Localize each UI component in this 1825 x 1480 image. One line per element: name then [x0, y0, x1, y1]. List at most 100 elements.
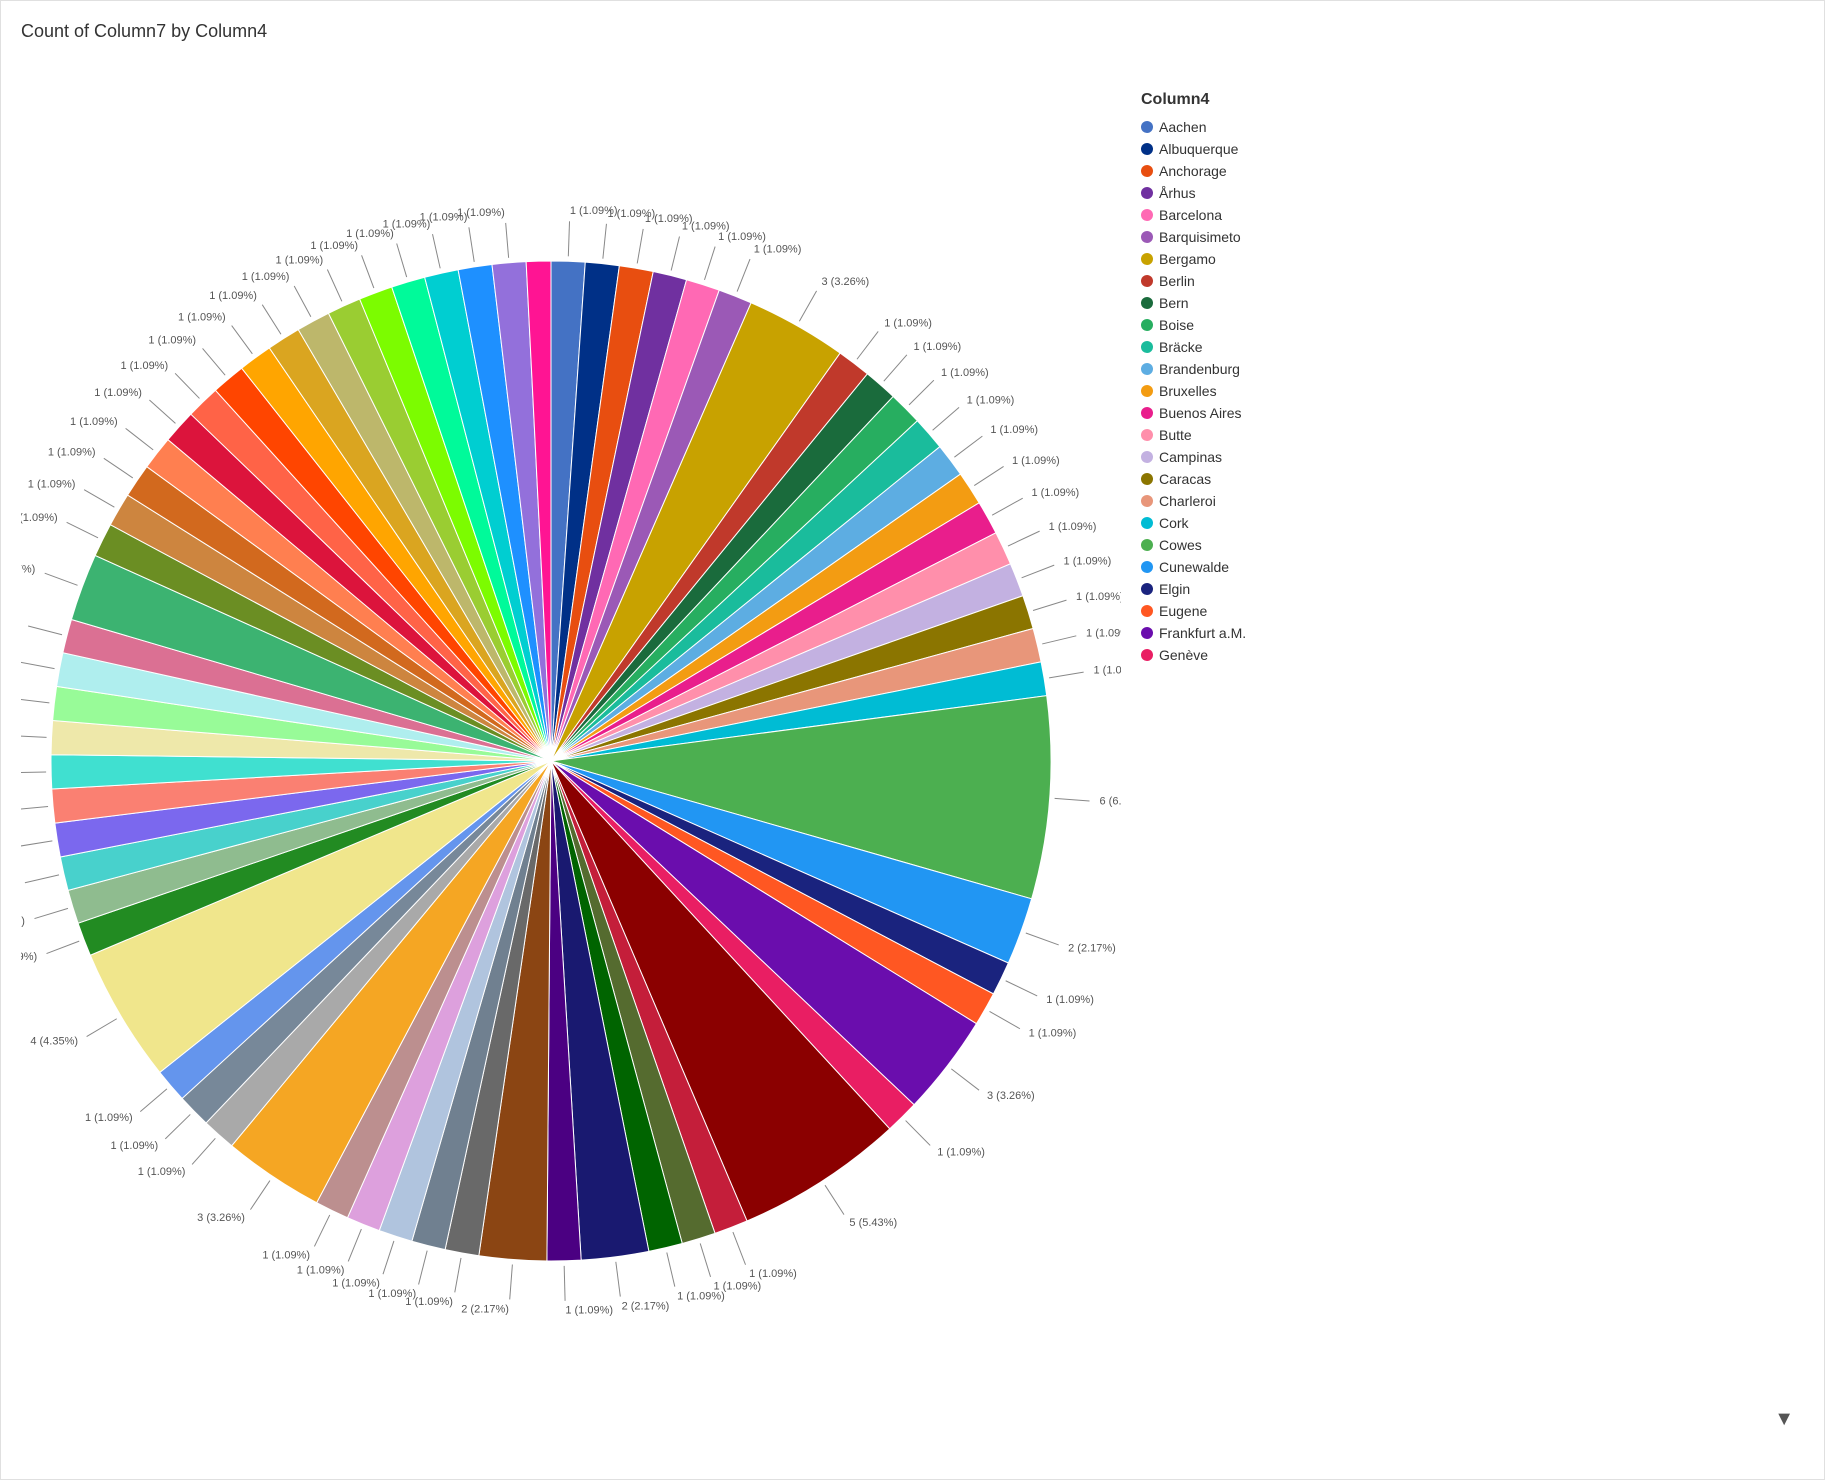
pie-label: 2 (2.17%)	[461, 1303, 509, 1315]
legend-item-label: Butte	[1159, 427, 1192, 443]
pie-label: 1 (1.09%)	[1076, 591, 1121, 603]
pie-label: 5 (5.43%)	[849, 1216, 897, 1228]
pie-label: 1 (1.09%)	[990, 424, 1038, 436]
legend-item-label: Bergamo	[1159, 251, 1216, 267]
legend-item: Boise	[1141, 317, 1804, 333]
legend-color-dot	[1141, 583, 1153, 595]
pie-label: 1 (1.09%)	[368, 1288, 416, 1300]
legend-item: Aachen	[1141, 119, 1804, 135]
legend-item: Butte	[1141, 427, 1804, 443]
legend-color-dot	[1141, 605, 1153, 617]
legend-item-label: Aachen	[1159, 119, 1206, 135]
pie-label: 1 (1.09%)	[21, 915, 25, 927]
legend-color-dot	[1141, 473, 1153, 485]
legend-item-label: Berlin	[1159, 273, 1195, 289]
legend-item: Barquisimeto	[1141, 229, 1804, 245]
legend-color-dot	[1141, 165, 1153, 177]
legend-item: Albuquerque	[1141, 141, 1804, 157]
legend-item-label: Caracas	[1159, 471, 1211, 487]
pie-label: 1 (1.09%)	[297, 1264, 345, 1276]
legend-item: Campinas	[1141, 449, 1804, 465]
legend-item: Bruxelles	[1141, 383, 1804, 399]
legend-item: Bern	[1141, 295, 1804, 311]
legend-item-label: Albuquerque	[1159, 141, 1238, 157]
legend-item-label: Bern	[1159, 295, 1189, 311]
pie-label: 1 (1.09%)	[749, 1267, 797, 1279]
legend-area: Column4 AachenAlbuquerqueAnchorageÅrhusB…	[1121, 81, 1804, 1431]
pie-label: 3 (3.26%)	[987, 1090, 1035, 1102]
pie-label: 1 (1.09%)	[94, 387, 142, 399]
pie-wrapper: 1 (1.09%) 1 (1.09%) 1 (1.09%) 1 (1.09%) 1 (1…	[21, 81, 1121, 1431]
pie-label: 1 (1.09%)	[120, 360, 168, 372]
legend-item-label: Cowes	[1159, 537, 1202, 553]
pie-label: 1 (1.09%)	[1086, 627, 1121, 639]
pie-label: 1 (1.09%)	[677, 1290, 725, 1302]
legend-color-dot	[1141, 297, 1153, 309]
pie-label: 1 (1.09%)	[110, 1139, 158, 1151]
legend-item: Bergamo	[1141, 251, 1804, 267]
legend-item-label: Bräcke	[1159, 339, 1203, 355]
pie-label: 1 (1.09%)	[21, 951, 37, 963]
legend-color-dot	[1141, 363, 1153, 375]
pie-label: 1 (1.09%)	[941, 367, 989, 379]
pie-label: 2 (2.17%)	[622, 1300, 670, 1312]
legend-item-label: Anchorage	[1159, 163, 1227, 179]
legend-item: Berlin	[1141, 273, 1804, 289]
legend-color-dot	[1141, 385, 1153, 397]
pie-label: 1 (1.09%)	[1029, 1027, 1077, 1039]
legend-color-dot	[1141, 253, 1153, 265]
legend-item: Buenos Aires	[1141, 405, 1804, 421]
legend-item: Elgin	[1141, 581, 1804, 597]
pie-label: 1 (1.09%)	[70, 416, 118, 428]
legend-item: Brandenburg	[1141, 361, 1804, 377]
legend-item: Cunewalde	[1141, 559, 1804, 575]
legend-color-dot	[1141, 341, 1153, 353]
legend-item: Cork	[1141, 515, 1804, 531]
legend-color-dot	[1141, 121, 1153, 133]
pie-label: 1 (1.09%)	[209, 290, 257, 302]
pie-label: 1 (1.09%)	[178, 311, 226, 323]
pie-label: 1 (1.09%)	[262, 1249, 310, 1261]
legend-item: Frankfurt a.M.	[1141, 625, 1804, 641]
legend-item-label: Bruxelles	[1159, 383, 1217, 399]
pie-label: 1 (1.09%)	[1031, 487, 1079, 499]
legend-item: Cowes	[1141, 537, 1804, 553]
legend-item-label: Barquisimeto	[1159, 229, 1241, 245]
legend-color-dot	[1141, 407, 1153, 419]
legend-item-label: Cunewalde	[1159, 559, 1229, 575]
pie-label: 3 (3.26%)	[197, 1211, 245, 1223]
pie-label: 1 (1.09%)	[884, 317, 932, 329]
pie-label: 1 (1.09%)	[913, 341, 961, 353]
chart-title: Count of Column7 by Column4	[21, 21, 1804, 42]
pie-label: 6 (6.52%)	[1099, 795, 1121, 807]
pie-label: 2 (2.17%)	[1068, 942, 1116, 954]
pie-label: 1 (1.09%)	[138, 1165, 186, 1177]
pie-label: 1 (1.09%)	[1049, 520, 1097, 532]
legend-item-label: Brandenburg	[1159, 361, 1240, 377]
pie-label: 1 (1.09%)	[310, 239, 358, 251]
scroll-down-arrow[interactable]: ▼	[1141, 1408, 1804, 1431]
legend-color-dot	[1141, 187, 1153, 199]
pie-label: 3 (3.26%)	[821, 276, 869, 288]
main-container: Count of Column7 by Column4 1 (1.09%)1 (…	[0, 0, 1825, 1480]
pie-label: 1 (1.09%)	[21, 511, 58, 523]
legend-item-label: Eugene	[1159, 603, 1207, 619]
legend-item: Eugene	[1141, 603, 1804, 619]
pie-label: 1 (1.09%)	[1064, 555, 1112, 567]
legend-color-dot	[1141, 275, 1153, 287]
legend-item-label: Genève	[1159, 647, 1208, 663]
chart-area: 1 (1.09%) 1 (1.09%) 1 (1.09%) 1 (1.09%) 1 (1…	[21, 52, 1804, 1459]
legend-item: Bräcke	[1141, 339, 1804, 355]
pie-label: 1 (1.09%)	[332, 1277, 380, 1289]
legend-color-dot	[1141, 539, 1153, 551]
pie-label: 1 (1.09%)	[457, 206, 505, 218]
pie-chart-svg: 1 (1.09%) 1 (1.09%) 1 (1.09%) 1 (1.09%) 1 (1…	[21, 81, 1121, 1431]
legend-item-label: Buenos Aires	[1159, 405, 1242, 421]
legend-item-label: Århus	[1159, 185, 1196, 201]
legend-item-label: Charleroi	[1159, 493, 1216, 509]
legend-item-label: Boise	[1159, 317, 1194, 333]
legend-item: Charleroi	[1141, 493, 1804, 509]
legend-item-label: Campinas	[1159, 449, 1222, 465]
pie-label: 1 (1.09%)	[242, 271, 290, 283]
pie-label: 1 (1.09%)	[967, 394, 1015, 406]
